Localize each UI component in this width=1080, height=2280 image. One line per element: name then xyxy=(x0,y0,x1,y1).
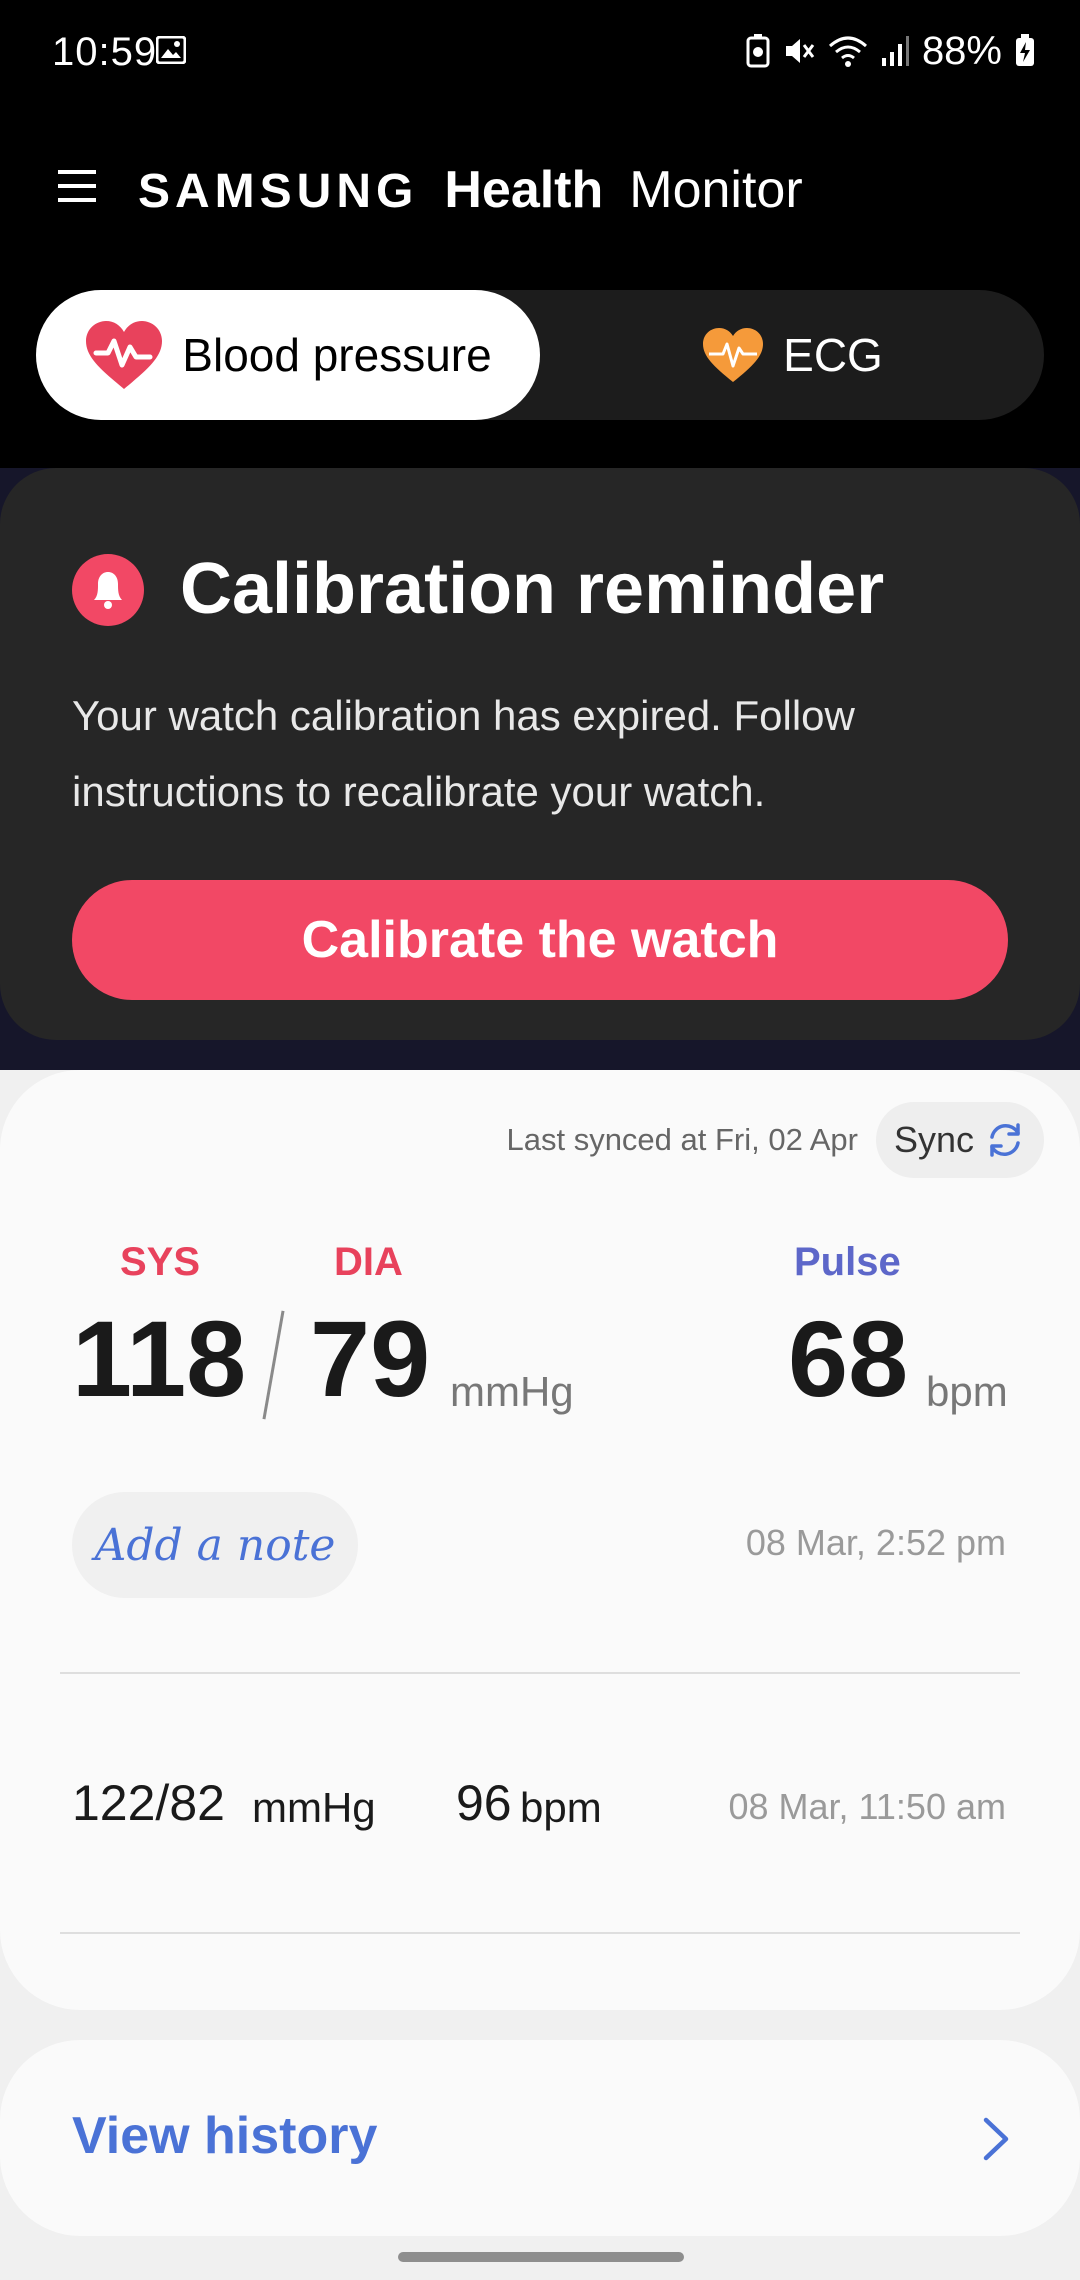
signal-icon xyxy=(881,36,909,66)
history-pulse-value: 96 xyxy=(456,1775,512,1831)
heart-ecg-icon xyxy=(703,328,764,382)
tab-blood-pressure-label: Blood pressure xyxy=(182,329,492,381)
dia-value: 79 xyxy=(310,1298,431,1419)
battery-percent: 88% xyxy=(921,28,1002,73)
mode-tabs: Blood pressure ECG xyxy=(36,290,1044,420)
latest-reading-card: Last synced at Fri, 02 Apr Sync SYS DIA … xyxy=(0,1070,1080,2010)
navigation-handle[interactable] xyxy=(398,2252,684,2262)
history-bp-value: 122/82 xyxy=(72,1775,225,1831)
history-pulse-unit: bpm xyxy=(520,1784,602,1831)
app-root: 10:59 88% SAMSUNG Health Monitor Blood p… xyxy=(0,0,1080,2280)
app-header: SAMSUNG Health Monitor xyxy=(0,140,1080,240)
dia-label: DIA xyxy=(334,1240,403,1284)
pulse-label: Pulse xyxy=(794,1240,901,1284)
divider xyxy=(60,1932,1020,1934)
wifi-icon xyxy=(828,36,867,67)
battery-saver-icon xyxy=(746,34,770,68)
tab-blood-pressure[interactable]: Blood pressure xyxy=(36,290,540,420)
app-title: SAMSUNG Health Monitor xyxy=(138,160,803,220)
calibration-card: Calibration reminder Your watch calibrat… xyxy=(0,468,1080,1040)
tab-ecg[interactable]: ECG xyxy=(540,290,1044,420)
history-timestamp: 08 Mar, 11:50 am xyxy=(728,1786,1007,1827)
calibration-description: Your watch calibration has expired. Foll… xyxy=(72,692,855,815)
divider xyxy=(60,1672,1020,1674)
mute-icon xyxy=(785,39,815,63)
menu-icon[interactable] xyxy=(58,166,98,206)
brand-monitor: Monitor xyxy=(629,161,803,219)
sync-label: Sync xyxy=(893,1119,975,1160)
bp-separator xyxy=(262,1310,285,1420)
add-note-button[interactable]: Add a note xyxy=(72,1492,358,1598)
brand-samsung: SAMSUNG xyxy=(138,165,419,218)
tab-ecg-label: ECG xyxy=(783,329,883,381)
pulse-unit: bpm xyxy=(926,1368,1008,1415)
view-history-button[interactable]: View history xyxy=(0,2040,1080,2236)
sys-label: SYS xyxy=(120,1240,201,1284)
image-notification-icon xyxy=(156,36,186,64)
heart-pulse-icon xyxy=(86,321,163,389)
status-bar: 10:59 88% xyxy=(0,0,1080,100)
history-bp-unit: mmHg xyxy=(252,1784,376,1831)
calibrate-watch-button[interactable]: Calibrate the watch xyxy=(72,880,1008,1000)
brand-health: Health xyxy=(444,161,604,219)
reading-timestamp: 08 Mar, 2:52 pm xyxy=(745,1522,1006,1563)
status-icons: 88% xyxy=(746,28,1036,74)
pulse-value: 68 xyxy=(788,1298,909,1419)
chevron-right-icon xyxy=(983,2117,1009,2161)
sync-button[interactable]: Sync xyxy=(876,1102,1044,1178)
status-time: 10:59 xyxy=(52,30,158,74)
sync-icon xyxy=(990,1123,1020,1157)
calibration-title: Calibration reminder xyxy=(180,549,885,629)
bp-unit: mmHg xyxy=(450,1368,574,1415)
bell-icon xyxy=(72,554,144,626)
last-synced-text: Last synced at Fri, 02 Apr xyxy=(506,1122,858,1157)
battery-charging-icon xyxy=(1016,34,1034,66)
view-history-label: View history xyxy=(72,2107,378,2165)
sys-value: 118 xyxy=(72,1298,247,1419)
